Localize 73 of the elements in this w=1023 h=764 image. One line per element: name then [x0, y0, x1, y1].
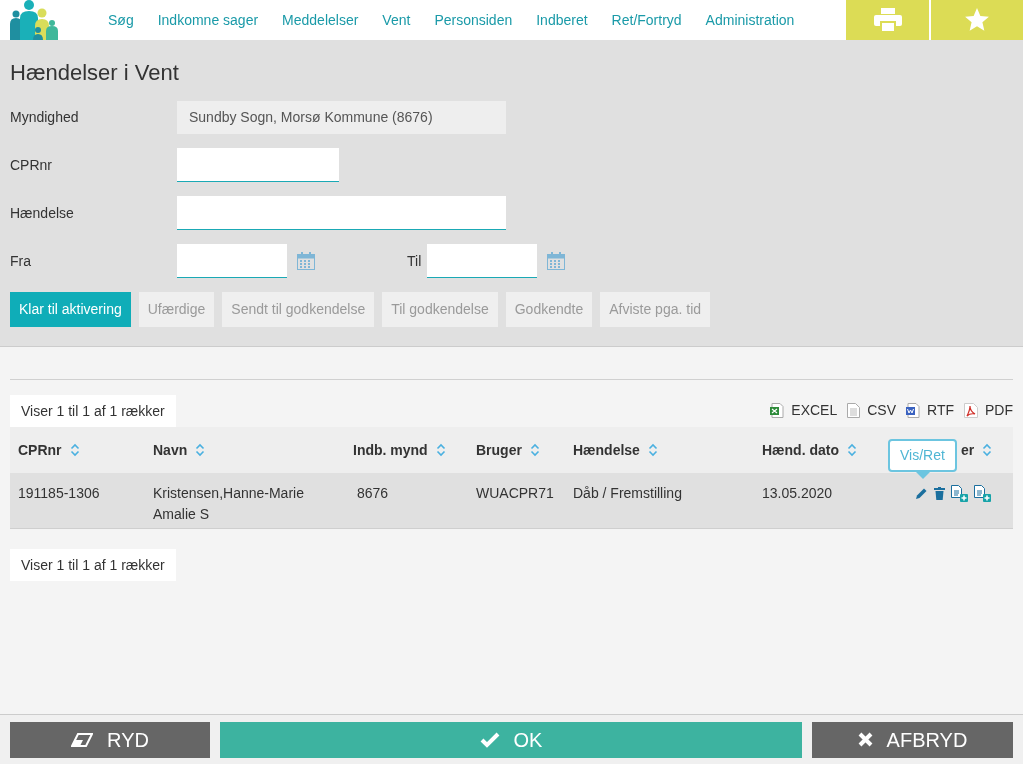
table-cell: 13.05.2020: [762, 485, 833, 501]
export-link[interactable]: PDF: [964, 400, 1013, 421]
nav-link[interactable]: Personsiden: [422, 9, 525, 31]
footer-button[interactable]: RYD: [10, 721, 210, 758]
field-label: CPRnr: [10, 155, 53, 175]
column-header[interactable]: CPRnr: [18, 439, 62, 461]
tooltip: Vis/Ret: [888, 439, 957, 472]
column-header[interactable]: er: [961, 439, 975, 461]
input-field[interactable]: [177, 196, 506, 230]
column-header[interactable]: Bruger: [476, 439, 522, 461]
nav-link[interactable]: Meddelelser: [270, 9, 371, 31]
sort-icon[interactable]: [529, 443, 540, 457]
input-field[interactable]: [177, 244, 287, 278]
page-title: Hændelser i Vent: [10, 60, 180, 86]
footer-button[interactable]: OK: [220, 721, 802, 758]
row-count-info: Viser 1 til 1 af 1 rækker: [10, 395, 176, 427]
input-field[interactable]: [427, 244, 537, 278]
input-field[interactable]: [177, 148, 339, 182]
filter-tab[interactable]: Sendt til godkendelse: [222, 292, 375, 327]
edit-pencil-icon[interactable]: [915, 487, 928, 500]
column-header[interactable]: Hænd. dato: [762, 439, 839, 461]
nav-link[interactable]: Administration: [693, 9, 807, 31]
nav-link[interactable]: Søg: [96, 9, 146, 31]
footer-button[interactable]: AFBRYD: [812, 721, 1013, 758]
field-label: Hændelse: [10, 203, 75, 223]
calendar-icon[interactable]: [547, 252, 565, 270]
nav-link[interactable]: Ret/Fortryd: [599, 9, 694, 31]
authority-field: Sundby Sogn, Morsø Kommune (8676): [177, 100, 506, 134]
field-label: Myndighed: [10, 107, 80, 127]
table-cell: 191185-1306: [18, 485, 100, 501]
filter-tab[interactable]: Afviste pga. tid: [600, 292, 711, 327]
export-link[interactable]: EXCEL: [770, 400, 838, 421]
sort-icon[interactable]: [195, 443, 206, 457]
table-cell: Dåb / Fremstilling: [573, 485, 682, 501]
eraser-icon: [71, 732, 94, 747]
sort-icon[interactable]: [69, 443, 80, 457]
tooltip-pointer: [916, 472, 930, 479]
spreadsheet-file-icon: [770, 403, 785, 418]
close-icon: [857, 732, 873, 747]
export-link[interactable]: RTF: [906, 400, 954, 421]
filter-tab[interactable]: Til godkendelse: [382, 292, 498, 327]
column-header[interactable]: Indb. mynd: [353, 439, 428, 461]
pdf-file-icon: [964, 403, 978, 418]
table-cell: WUACPR71: [476, 485, 554, 501]
sort-icon[interactable]: [982, 443, 993, 457]
checkmark-icon: [479, 731, 500, 748]
favorite-button[interactable]: [931, 0, 1023, 40]
filter-tab[interactable]: Ufærdige: [138, 292, 215, 327]
filter-tab[interactable]: Klar til aktivering: [10, 292, 131, 327]
star-icon: [964, 7, 990, 33]
sort-icon[interactable]: [647, 443, 658, 457]
filter-tab[interactable]: Godkendte: [505, 292, 593, 327]
calendar-icon[interactable]: [297, 252, 315, 270]
row-count-info: Viser 1 til 1 af 1 rækker: [10, 549, 176, 581]
printer-icon: [873, 8, 902, 32]
field-label: Til: [407, 251, 423, 271]
sort-icon[interactable]: [847, 443, 857, 457]
nav-link[interactable]: Indkomne sager: [145, 9, 271, 31]
sort-icon[interactable]: [435, 443, 446, 457]
document-add-icon[interactable]: [951, 485, 968, 502]
field-label: Fra: [10, 251, 32, 271]
column-header[interactable]: Navn: [153, 439, 188, 461]
nav-link[interactable]: Indberet: [524, 9, 600, 31]
nav-link[interactable]: Vent: [370, 9, 423, 31]
column-header[interactable]: Hændelse: [573, 439, 640, 461]
table-cell: Kristensen,Hanne-Marie Amalie S: [153, 485, 304, 522]
table-cell: 8676: [357, 485, 389, 501]
print-button[interactable]: [846, 0, 929, 40]
trash-icon[interactable]: [934, 487, 945, 500]
document-file-icon: [906, 403, 921, 418]
document-add-icon[interactable]: [974, 485, 991, 502]
export-link[interactable]: CSV: [847, 400, 897, 421]
text-file-icon: [847, 403, 861, 418]
